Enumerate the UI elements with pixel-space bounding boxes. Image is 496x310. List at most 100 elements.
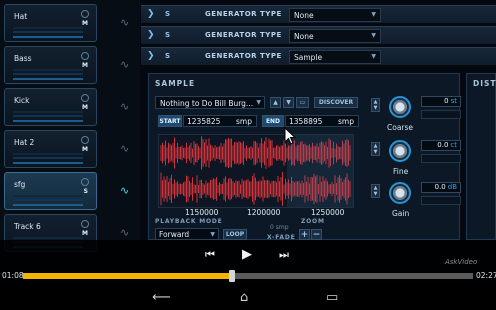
fine-label: Fine (393, 167, 409, 176)
sample-panel: SAMPLE Nothing to Do Bill Burg... ▼ ▲ ▼ … (148, 73, 461, 241)
generator-type-label: GENERATOR TYPE (205, 52, 282, 60)
folder-icon: ▭ (299, 99, 306, 106)
end-unit: smp (338, 117, 354, 126)
generator-type-select[interactable]: None ▼ (289, 8, 381, 22)
ruler-label-3: 1250000 (311, 208, 345, 217)
start-unit: smp (236, 117, 252, 126)
back-icon[interactable]: ⟵ (152, 290, 171, 305)
track-item[interactable]: Bass M (4, 46, 97, 84)
generator-solo[interactable]: S (165, 31, 170, 39)
home-icon[interactable]: ⌂ (240, 290, 248, 305)
generator-row: ❯ S GENERATOR TYPE None ▼ (141, 26, 496, 44)
generator-row: ❯ S GENERATOR TYPE None ▼ (141, 5, 496, 23)
start-field[interactable]: 1235825 smp (183, 115, 257, 127)
generator-solo[interactable]: S (165, 52, 170, 60)
xfade-value: 0 smp (270, 224, 289, 231)
folder-button[interactable]: ▭ (296, 97, 309, 108)
generator-type-select[interactable]: None ▼ (289, 29, 381, 43)
gain-knob[interactable] (389, 182, 411, 204)
track-wave-icon[interactable]: ∿ (120, 227, 134, 238)
track-wave-icon[interactable]: ∿ (120, 59, 134, 70)
fine-field[interactable]: 0.0 ct (421, 140, 461, 151)
generator-type-label: GENERATOR TYPE (205, 31, 282, 39)
track-level-meter (13, 36, 83, 38)
waveform-graphic (160, 135, 353, 207)
track-knob-icon (81, 10, 89, 18)
track-item[interactable]: Kick M (4, 88, 97, 126)
track-mode-badge[interactable]: M (82, 146, 88, 153)
discover-button[interactable]: DISCOVER (314, 97, 358, 108)
total-time: 02:27 (476, 271, 496, 280)
mouse-cursor-icon (284, 127, 296, 145)
fine-step-button[interactable]: ▲ ▼ (371, 142, 380, 156)
track-mode-badge[interactable]: M (82, 20, 88, 27)
generator-type-label: GENERATOR TYPE (205, 10, 282, 18)
chevron-right-icon[interactable]: ❯ (147, 30, 155, 40)
gain-label: Gain (392, 209, 410, 218)
arrow-up-button[interactable]: ▲ (270, 97, 281, 108)
coarse-knob[interactable] (389, 96, 411, 118)
chevron-down-icon: ▼ (210, 231, 215, 238)
track-name: sfg (14, 180, 26, 189)
track-wave-icon[interactable]: ∿ (120, 101, 134, 112)
system-nav-bar: ⟵ ⌂ ▭ (0, 286, 496, 310)
sample-waveform[interactable] (158, 134, 354, 208)
track-item[interactable]: sfg S (4, 172, 97, 210)
generator-type-value: None (294, 32, 314, 41)
track-level-meter (13, 120, 83, 122)
track-knob-icon (81, 136, 89, 144)
fine-knob[interactable] (389, 140, 411, 162)
coarse-field[interactable]: 0st (421, 96, 461, 107)
arrow-down-button[interactable]: ▼ (283, 97, 294, 108)
track-wave-icon[interactable]: ∿ (120, 185, 134, 196)
coarse-step-button[interactable]: ▲ ▼ (371, 98, 380, 112)
loop-button[interactable]: LOOP (223, 229, 247, 240)
next-button[interactable]: ⏭ (279, 248, 289, 262)
play-button[interactable]: ▶ (242, 247, 252, 262)
track-item[interactable]: Hat 2 M (4, 130, 97, 168)
end-label: END (262, 115, 284, 127)
track-mode-badge[interactable]: M (82, 104, 88, 111)
end-value: 1358895 (289, 117, 323, 126)
recents-icon[interactable]: ▭ (326, 290, 338, 305)
chevron-right-icon[interactable]: ❯ (147, 51, 155, 61)
track-level-meter (13, 78, 83, 80)
gain-step-button[interactable]: ▲ ▼ (371, 184, 380, 198)
track-wave-icon[interactable]: ∿ (120, 143, 134, 154)
sample-title: SAMPLE (155, 79, 196, 88)
track-mode-badge[interactable]: S (84, 188, 88, 195)
seek-bar[interactable] (23, 270, 473, 282)
chevron-down-icon: ▼ (371, 53, 376, 60)
end-field[interactable]: 1358895 smp (285, 115, 359, 127)
generator-row: ❯ S GENERATOR TYPE Sample ▼ (141, 47, 496, 65)
generator-type-value: Sample (294, 53, 323, 62)
zoom-in-button[interactable]: + (299, 229, 310, 240)
ruler-label-1: 1150000 (185, 208, 219, 217)
track-knob-icon (81, 52, 89, 60)
track-knob-icon (81, 94, 89, 102)
track-item[interactable]: Hat M (4, 4, 97, 42)
distortion-title: DISTO (473, 79, 496, 88)
gain-field[interactable]: 0.0 dB (421, 182, 461, 193)
zoom-out-button[interactable]: − (311, 229, 322, 240)
generator-solo[interactable]: S (165, 10, 170, 18)
previous-button[interactable]: ⏮ (205, 248, 215, 262)
start-value: 1235825 (187, 117, 221, 126)
playback-mode-label: PLAYBACK MODE (155, 218, 223, 225)
elapsed-time: 01:08 (2, 271, 24, 280)
track-wave-icon[interactable]: ∿ (120, 17, 134, 28)
track-name: Hat (14, 12, 28, 21)
generator-type-select[interactable]: Sample ▼ (289, 50, 381, 64)
sample-file-select[interactable]: Nothing to Do Bill Burg... ▼ (155, 96, 265, 109)
chevron-down-icon: ▼ (371, 32, 376, 39)
track-name: Hat 2 (14, 138, 35, 147)
track-name: Bass (14, 54, 32, 63)
chevron-right-icon[interactable]: ❯ (147, 9, 155, 19)
waveform-end-region (287, 135, 353, 207)
brand-watermark: AskVideo (445, 258, 478, 266)
track-mode-badge[interactable]: M (82, 230, 88, 237)
distortion-panel: DISTO (466, 73, 496, 240)
track-mode-badge[interactable]: M (82, 62, 88, 69)
playback-mode-select[interactable]: Forward ▼ (155, 228, 219, 240)
seek-thumb[interactable] (229, 270, 236, 282)
